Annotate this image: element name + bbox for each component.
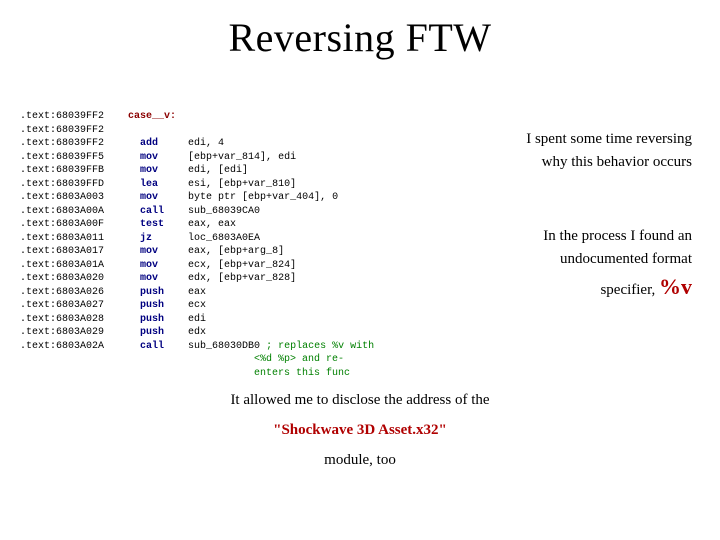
module-name: "Shockwave 3D Asset.x32" <box>273 422 447 438</box>
commentary-1: I spent some time reversing why this beh… <box>492 128 692 173</box>
commentary-1-line-2: why this behavior occurs <box>542 154 692 170</box>
commentary-1-line-1: I spent some time reversing <box>526 131 692 147</box>
disassembly-listing: .text:68039FF2 case__v: .text:68039FF2 .… <box>20 110 460 380</box>
commentary-2-line-1: In the process I found an <box>543 228 692 244</box>
bottom-line-1: It allowed me to disclose the address of… <box>0 392 720 409</box>
commentary-2-line-3: specifier, <box>600 282 659 298</box>
format-specifier: %v <box>659 274 692 299</box>
bottom-line-3: module, too <box>0 452 720 469</box>
commentary-2-line-2: undocumented format <box>560 251 692 267</box>
commentary-2: In the process I found an undocumented f… <box>462 225 692 303</box>
slide: Reversing FTW .text:68039FF2 case__v: .t… <box>0 0 720 540</box>
slide-title: Reversing FTW <box>0 14 720 61</box>
bottom-line-2: "Shockwave 3D Asset.x32" <box>0 422 720 439</box>
